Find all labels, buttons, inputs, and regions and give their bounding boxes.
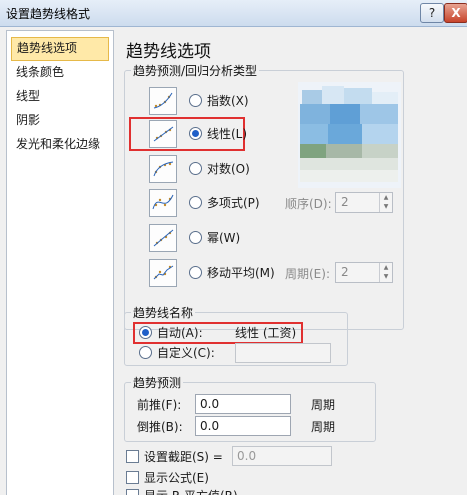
custom-name-input[interactable] (235, 343, 331, 363)
options-panel: 趋势线选项 趋势预测/回归分析类型 指数(X) 线性(L) 对数(O) 多项式(… (114, 30, 467, 495)
show-equation-label: 显示公式(E) (144, 471, 209, 485)
auto-name-value: 线性 (工资) (235, 326, 297, 340)
period-spin-arrows-icon[interactable]: ▲ ▼ (379, 263, 392, 282)
logarithmic-trend-icon[interactable] (149, 155, 177, 183)
show-rsquared-checkbox[interactable] (126, 489, 139, 495)
title-bar: 设置趋势线格式 ? X (0, 0, 467, 27)
intercept-checkbox[interactable] (126, 450, 139, 463)
nav-item-line-color[interactable]: 线条颜色 (11, 61, 69, 83)
trendline-name-group-label: 趋势线名称 (131, 304, 196, 321)
backward-value: 0.0 (200, 419, 220, 433)
label-exponential: 指数(X) (207, 94, 249, 108)
label-auto-name: 自动(A): (157, 326, 203, 340)
nav-item-line-style[interactable]: 线型 (11, 85, 45, 107)
exponential-trend-icon[interactable] (149, 87, 177, 115)
forward-input[interactable]: 0.0 (195, 394, 291, 414)
label-logarithmic: 对数(O) (207, 162, 250, 176)
radio-custom-name[interactable] (139, 346, 152, 359)
show-equation-checkbox[interactable] (126, 471, 139, 484)
linear-trend-icon[interactable] (149, 120, 177, 148)
intercept-label: 设置截距(S) = (144, 450, 223, 464)
backward-input[interactable]: 0.0 (195, 416, 291, 436)
forward-label: 前推(F): (137, 398, 182, 412)
period-stepper[interactable]: 2 ▲ ▼ (335, 262, 393, 283)
radio-logarithmic[interactable] (189, 162, 202, 175)
forecast-group-label: 趋势预测 (131, 374, 184, 391)
label-polynomial: 多项式(P) (207, 196, 260, 210)
radio-linear[interactable] (189, 127, 202, 140)
dialog-title: 设置趋势线格式 (6, 7, 91, 21)
nav-item-trendline-options[interactable]: 趋势线选项 (11, 37, 109, 61)
moving-average-trend-icon[interactable] (149, 259, 177, 287)
label-linear: 线性(L) (207, 127, 248, 141)
forecast-group: 趋势预测 前推(F): 0.0 周期 倒推(B): 0.0 周期 (124, 374, 376, 442)
intercept-input[interactable]: 0.0 (232, 446, 332, 466)
radio-auto-name[interactable] (139, 326, 152, 339)
order-label: 顺序(D): (285, 197, 332, 211)
nav-item-shadow[interactable]: 阴影 (11, 109, 45, 131)
label-moving-average: 移动平均(M) (207, 266, 275, 280)
radio-moving-average[interactable] (189, 266, 202, 279)
label-custom-name: 自定义(C): (157, 346, 215, 360)
close-button[interactable]: X (444, 3, 467, 23)
label-power: 幂(W) (207, 231, 241, 245)
trendline-preview-image (298, 82, 401, 188)
order-spin-arrows-icon[interactable]: ▲ ▼ (379, 193, 392, 212)
order-value: 2 (341, 195, 349, 209)
help-button[interactable]: ? (420, 3, 444, 23)
radio-power[interactable] (189, 231, 202, 244)
backward-unit: 周期 (311, 420, 336, 434)
show-rsquared-label: 显示 R 平方值(R) (144, 487, 238, 495)
radio-polynomial[interactable] (189, 196, 202, 209)
trendline-name-group: 趋势线名称 自动(A): 线性 (工资) 自定义(C): (124, 304, 348, 366)
radio-exponential[interactable] (189, 94, 202, 107)
polynomial-trend-icon[interactable] (149, 189, 177, 217)
period-label: 周期(E): (285, 267, 330, 281)
regression-type-group-label: 趋势预测/回归分析类型 (131, 62, 260, 79)
category-nav: 趋势线选项 线条颜色 线型 阴影 发光和柔化边缘 (6, 30, 114, 495)
nav-item-glow-soft-edges[interactable]: 发光和柔化边缘 (11, 133, 105, 155)
page-title: 趋势线选项 (126, 42, 211, 62)
forward-unit: 周期 (311, 398, 336, 412)
forward-value: 0.0 (200, 397, 220, 411)
power-trend-icon[interactable] (149, 224, 177, 252)
order-stepper[interactable]: 2 ▲ ▼ (335, 192, 393, 213)
period-value: 2 (341, 265, 349, 279)
format-trendline-dialog: 设置趋势线格式 ? X 趋势线选项 线条颜色 线型 阴影 发光和柔化边缘 趋势线… (0, 0, 467, 495)
backward-label: 倒推(B): (137, 420, 183, 434)
intercept-value: 0.0 (237, 449, 257, 463)
